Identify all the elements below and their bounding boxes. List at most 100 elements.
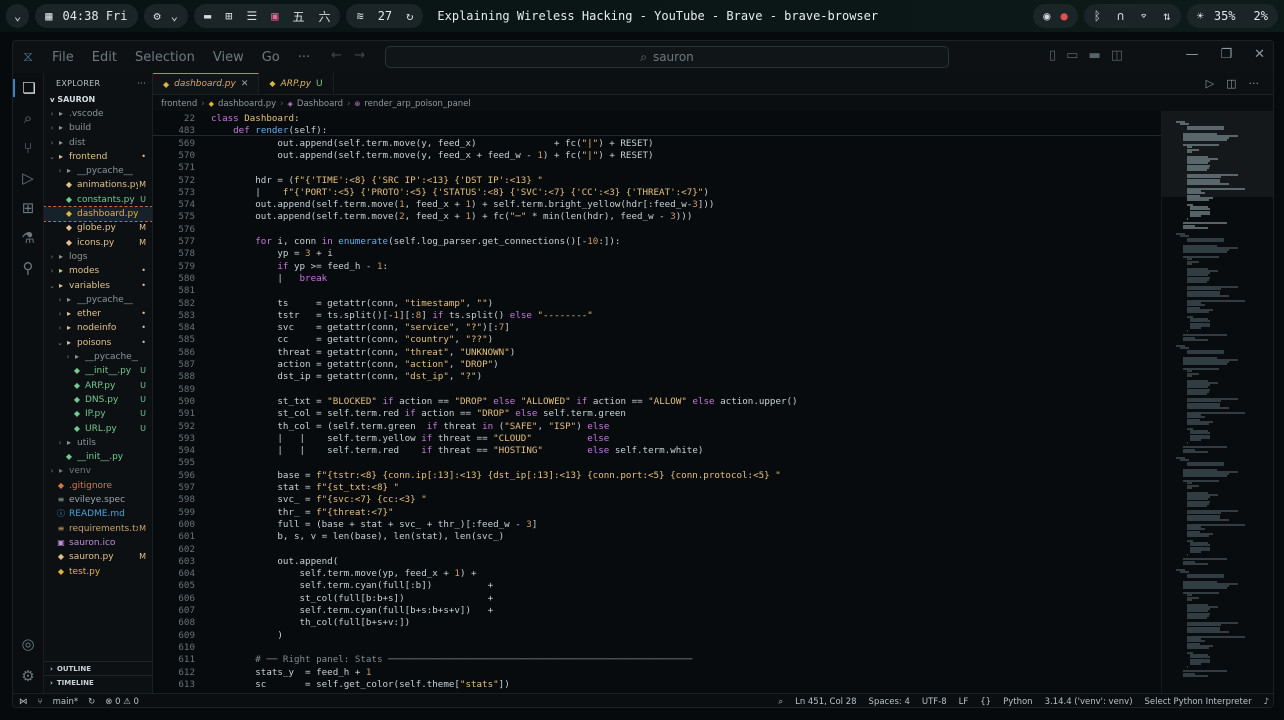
sync-icon[interactable]: ↻ (88, 697, 95, 707)
file-item[interactable]: ≡ requirements.txt M (44, 522, 152, 536)
code-line[interactable]: 581 (153, 285, 1161, 297)
refresh-icon[interactable]: ↻ (406, 9, 413, 23)
code-line[interactable]: 22 class Dashboard: (153, 113, 1161, 125)
brightness-pill[interactable]: ☀ 35% 2% (1186, 4, 1278, 28)
testing-icon[interactable]: ⚗ (21, 229, 34, 247)
nav-arrows[interactable]: ← → (331, 48, 365, 63)
settings-gear-icon[interactable]: ⚙ (21, 667, 34, 685)
workspace-root[interactable]: v SAURON (44, 93, 152, 107)
file-item[interactable]: ◆ DNS.py U (44, 393, 152, 407)
minimize-icon[interactable]: — (1185, 47, 1198, 62)
select-interpreter[interactable]: Select Python Interpreter (1145, 697, 1252, 707)
file-item[interactable]: ◆ .gitignore (44, 479, 152, 493)
zoom-icon[interactable]: ⌕ (778, 697, 783, 707)
folder-item[interactable]: › ▸ modes • (44, 264, 152, 278)
code-line[interactable]: 605 self.term.cyan(full[:b]) + (153, 580, 1161, 592)
folder-item[interactable]: › ▸ venv (44, 464, 152, 478)
code-line[interactable]: 570 out.append(self.term.move(y, feed_x … (153, 150, 1161, 162)
menu-more[interactable]: ··· (289, 50, 319, 65)
menu-edit[interactable]: Edit (83, 50, 126, 65)
kanji-icon-1[interactable]: 五 (292, 8, 304, 25)
indentation[interactable]: Spaces: 4 (869, 697, 910, 707)
app-launcher-pill[interactable]: ▬ ⊞ ☰ ▣ 五 六 (193, 4, 341, 28)
folder-item[interactable]: › ▸ ether • (44, 307, 152, 321)
folder-item[interactable]: ⌄ ▸ poisons • (44, 336, 152, 350)
file-item[interactable]: ▣ sauron.ico (44, 536, 152, 550)
app-icon[interactable]: ▣ (271, 9, 278, 23)
workspace-pill[interactable]: ≋ 27 ↻ (346, 4, 424, 28)
tray-apps-pill[interactable]: ◉ ● (1033, 4, 1078, 28)
breadcrumb-class[interactable]: Dashboard (297, 99, 343, 109)
code-line[interactable]: 586 threat = getattr(conn, "threat", "UN… (153, 347, 1161, 359)
code-line[interactable]: 606 st_col(full[b:b+s]) + (153, 593, 1161, 605)
list-icon[interactable]: ☰ (246, 9, 257, 23)
code-line[interactable]: 578 yp = 3 + i (153, 248, 1161, 260)
menu-view[interactable]: View (204, 50, 253, 65)
timeline-section[interactable]: › TIMELINE (44, 675, 152, 689)
code-line[interactable]: 608 th_col(full[b+s+v:]) (153, 617, 1161, 629)
wifi-icon[interactable]: ⌔ (1140, 9, 1147, 23)
code-line[interactable]: 583 tstr = ts.split()[-1][:8] if ts.spli… (153, 310, 1161, 322)
code-line[interactable]: 582 ts = getattr(conn, "timestamp", "") (153, 298, 1161, 310)
clock-pill[interactable]: ▦ 04:38 Fri (35, 4, 138, 28)
code-line[interactable]: 609 ) (153, 630, 1161, 642)
code-line[interactable]: 584 svc = getattr(conn, "service", "?")[… (153, 322, 1161, 334)
breadcrumb-file[interactable]: dashboard.py (218, 99, 276, 109)
discord-icon[interactable]: ◉ (1043, 9, 1050, 23)
tray-status-pill[interactable]: ᛒ ∩ ⌔ ⇅ (1083, 4, 1181, 28)
record-icon[interactable]: ● (1060, 9, 1067, 23)
git-branch[interactable]: main* (53, 697, 79, 707)
folder-item[interactable]: › ▸ nodeinfo • (44, 321, 152, 335)
code-line[interactable]: 574 out.append(self.term.move(1, feed_x … (153, 199, 1161, 211)
code-line[interactable]: 603 out.append( (153, 556, 1161, 568)
file-item[interactable]: ◆ dashboard.py (44, 206, 152, 223)
menu-pill[interactable]: ⌄ (6, 4, 30, 28)
tab-dashboard[interactable]: ◆ dashboard.py ✕ (153, 73, 260, 94)
remote-icon[interactable]: ⚲ (23, 259, 34, 277)
folder-item[interactable]: ⌄ ▸ frontend • (44, 150, 152, 164)
code-line[interactable]: 571 (153, 162, 1161, 174)
encoding[interactable]: UTF-8 (922, 697, 947, 707)
code-line[interactable]: 579 if yp >= feed_h - 1: (153, 261, 1161, 273)
menu-selection[interactable]: Selection (126, 50, 204, 65)
more-actions-icon[interactable]: ··· (137, 79, 146, 88)
layout-icon-2[interactable]: ▭ (1066, 48, 1078, 63)
network-icon[interactable]: ⇅ (1163, 9, 1170, 23)
file-item[interactable]: ≡ evileye.spec (44, 493, 152, 507)
breadcrumb-method[interactable]: render_arp_poison_panel (364, 99, 470, 109)
more-actions-icon[interactable]: ··· (1249, 77, 1260, 90)
breadcrumb-folder[interactable]: frontend (161, 99, 197, 109)
cursor-position[interactable]: Ln 451, Col 28 (795, 697, 856, 707)
tab-arp[interactable]: ◆ ARP.py U (259, 73, 334, 94)
code-line[interactable]: 585 cc = getattr(conn, "country", "??") (153, 334, 1161, 346)
menu-go[interactable]: Go (253, 50, 289, 65)
close-icon[interactable]: ✕ (1254, 47, 1265, 62)
bell-icon[interactable]: ♪ (1264, 697, 1269, 707)
file-item[interactable]: ◆ sauron.py M (44, 550, 152, 564)
code-line[interactable]: 580 | break (153, 273, 1161, 285)
code-line[interactable]: 610 (153, 642, 1161, 654)
menu-file[interactable]: File (43, 50, 83, 65)
file-item[interactable]: ◆ globe.py M (44, 221, 152, 235)
run-debug-icon[interactable]: ▷ (22, 169, 34, 187)
folder-item[interactable]: › ▸ utils (44, 436, 152, 450)
account-icon[interactable]: ◎ (21, 635, 34, 653)
code-line[interactable]: 587 action = getattr(conn, "action", "DR… (153, 359, 1161, 371)
code-line[interactable]: 594 | | self.term.red if threat == "HOST… (153, 445, 1161, 457)
layout-icon-1[interactable]: ▯ (1049, 48, 1056, 63)
end-of-line[interactable]: LF (959, 697, 969, 707)
code-line[interactable]: 588 dst_ip = getattr(conn, "dst_ip", "?"… (153, 371, 1161, 383)
file-item[interactable]: ◆ ARP.py U (44, 379, 152, 393)
folder-item[interactable]: › ▸ build (44, 121, 152, 135)
code-line[interactable]: 613 sc = self.get_color(self.theme["stat… (153, 679, 1161, 691)
outline-section[interactable]: › OUTLINE (44, 661, 152, 675)
tools-pill[interactable]: ⚙ ⌄ (143, 4, 188, 28)
headphones-icon[interactable]: ∩ (1117, 9, 1124, 23)
close-tab-icon[interactable]: ✕ (241, 79, 249, 89)
folder-item[interactable]: › ▸ __pycache__ (44, 350, 152, 364)
code-line[interactable]: 572 hdr = (f"{'TIME':<8} {'SRC IP':<13} … (153, 175, 1161, 187)
file-item[interactable]: ◆ test.py (44, 565, 152, 579)
command-center-search[interactable]: ⌕ sauron (385, 46, 949, 68)
folder-item[interactable]: › ▸ __pycache__ (44, 293, 152, 307)
restore-icon[interactable]: ❐ (1220, 47, 1232, 62)
